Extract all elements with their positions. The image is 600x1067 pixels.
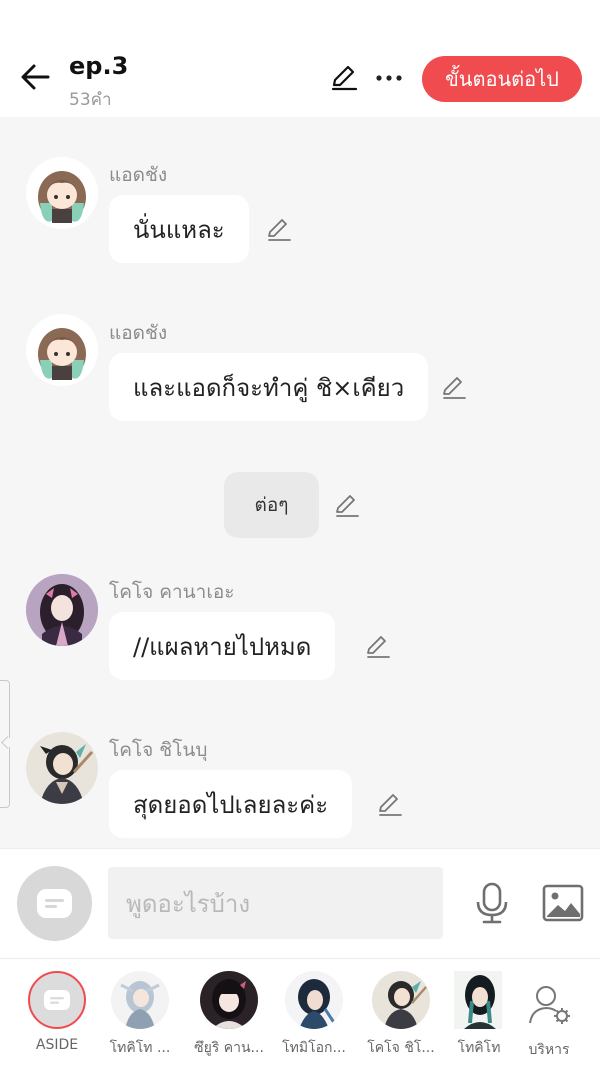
tab-label: ASIDE bbox=[35, 1037, 79, 1053]
avatar bbox=[372, 971, 430, 1029]
avatar bbox=[200, 971, 258, 1029]
user-settings-icon bbox=[529, 986, 570, 1024]
avatar[interactable] bbox=[26, 574, 98, 646]
aside-toggle-button[interactable] bbox=[17, 866, 92, 941]
page-title: ep.3 bbox=[69, 52, 129, 80]
message-bubble[interactable]: นั่นแหละ bbox=[109, 195, 249, 263]
character-tab[interactable]: ซึยูริ คาน... bbox=[186, 959, 272, 1067]
aside-tab[interactable]: ASIDE bbox=[14, 959, 100, 1067]
word-count: 53คำ bbox=[69, 90, 112, 110]
character-tab[interactable]: โคโจ ชิโ... bbox=[358, 959, 444, 1067]
image-icon[interactable] bbox=[541, 883, 585, 923]
input-bar: พูดอะไรบ้าง bbox=[0, 848, 600, 958]
message-bubble[interactable]: และแอดก็จะทำคู่ ชิ×เคียว bbox=[109, 353, 429, 421]
avatar bbox=[111, 971, 169, 1029]
avatar[interactable] bbox=[26, 314, 98, 386]
tab-label: โทมิโอก... bbox=[282, 1040, 346, 1056]
avatar[interactable] bbox=[26, 157, 98, 229]
next-step-button[interactable]: ขั้นตอนต่อไป bbox=[422, 56, 582, 102]
tab-label: ซึยูริ คาน... bbox=[194, 1040, 264, 1056]
back-arrow-icon[interactable] bbox=[18, 60, 52, 94]
edit-pen-icon[interactable] bbox=[265, 215, 293, 243]
narration-bubble[interactable]: ต่อๆ bbox=[224, 472, 319, 538]
sender-name: แอดชัง bbox=[109, 164, 168, 186]
aside-icon bbox=[28, 971, 86, 1029]
avatar bbox=[454, 971, 502, 1029]
more-options-icon[interactable] bbox=[373, 64, 405, 92]
message-bubble[interactable]: //แผลหายไปหมด bbox=[109, 612, 336, 680]
message-input[interactable]: พูดอะไรบ้าง bbox=[108, 867, 443, 939]
microphone-icon[interactable] bbox=[472, 881, 512, 925]
header: ep.3 53คำ ขั้นตอนต่อไป bbox=[0, 0, 600, 117]
tab-label: โทคิโท ... bbox=[109, 1040, 171, 1056]
chat-bubble-icon bbox=[37, 889, 72, 918]
side-drawer-handle[interactable] bbox=[0, 680, 10, 808]
sender-name: โคโจ คานาเอะ bbox=[109, 581, 235, 603]
manage-tab[interactable]: บริหาร bbox=[506, 959, 592, 1067]
edit-pen-icon[interactable] bbox=[333, 491, 361, 519]
edit-pen-icon[interactable] bbox=[364, 632, 392, 660]
character-tab[interactable]: โทมิโอก... bbox=[271, 959, 357, 1067]
edit-pen-icon[interactable] bbox=[440, 373, 468, 401]
avatar[interactable] bbox=[26, 732, 98, 804]
sender-name: แอดชัง bbox=[109, 322, 168, 344]
tab-label: โคโจ ชิโ... bbox=[367, 1040, 435, 1056]
sender-name: โคโจ ชิโนบุ bbox=[109, 739, 208, 761]
character-tab[interactable]: โทคิโท ... bbox=[97, 959, 183, 1067]
edit-pen-icon[interactable] bbox=[376, 790, 404, 818]
message-bubble[interactable]: สุดยอดไปเลยละค่ะ bbox=[109, 770, 353, 838]
character-bar: ASIDE โทคิโท ... ซึยูริ คาน... โทมิโอก..… bbox=[0, 958, 600, 1067]
avatar bbox=[285, 971, 343, 1029]
edit-pen-icon[interactable] bbox=[329, 62, 359, 92]
tab-label: บริหาร bbox=[528, 1042, 570, 1058]
